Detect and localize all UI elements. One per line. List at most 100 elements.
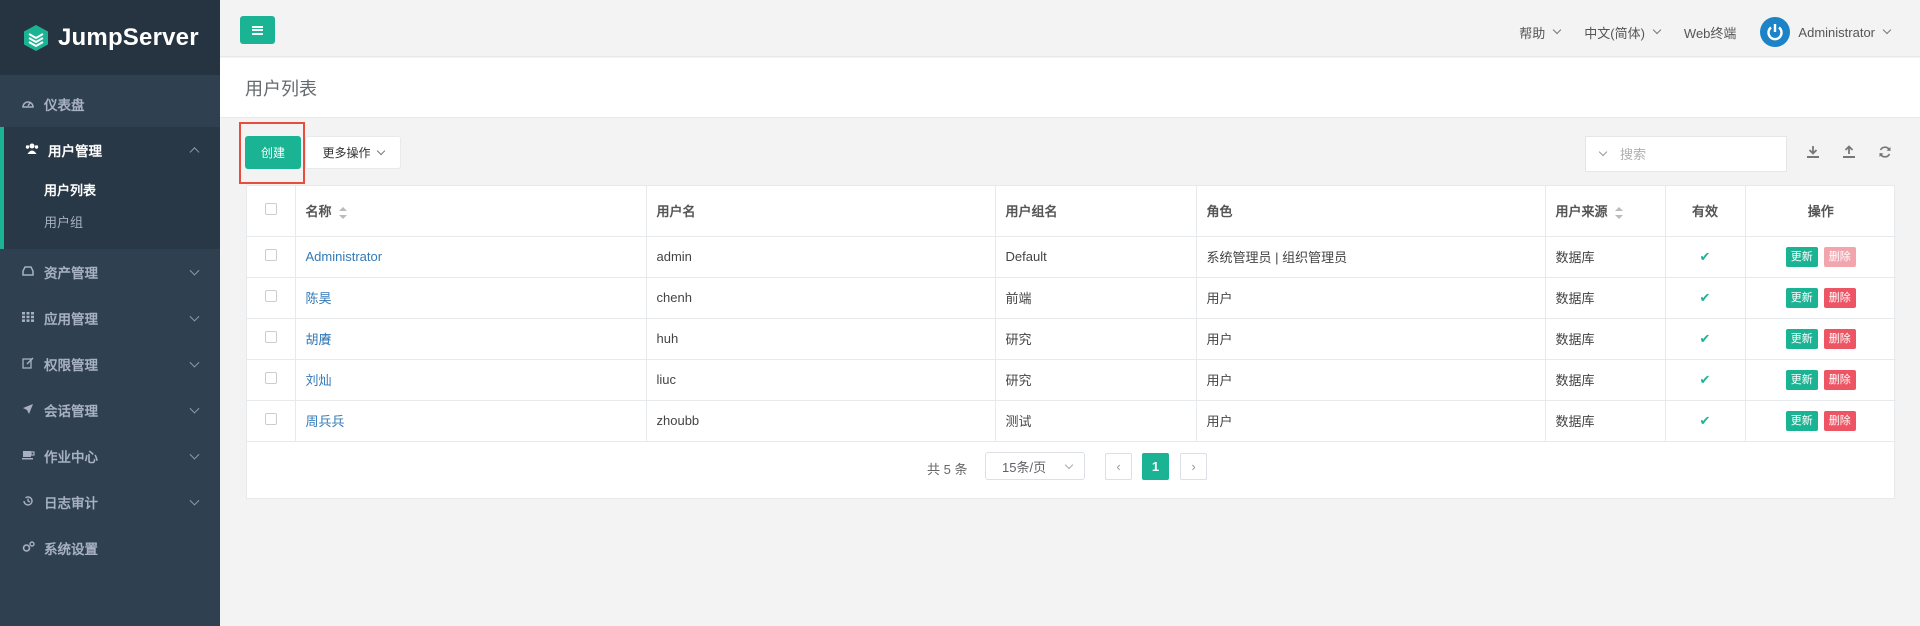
check-icon: ✔	[1699, 412, 1711, 428]
search-input[interactable]	[1620, 139, 1770, 169]
update-button[interactable]: 更新	[1785, 410, 1818, 431]
check-icon: ✔	[1699, 371, 1711, 387]
update-button[interactable]: 更新	[1785, 369, 1818, 390]
sidebar-item-label: 系统设置	[44, 542, 98, 557]
help-menu[interactable]: 帮助	[1519, 23, 1562, 42]
row-select-cell	[247, 359, 296, 401]
user-name-link[interactable]: Administrator	[306, 249, 383, 264]
table-tools	[1805, 144, 1913, 160]
more-actions-dropdown[interactable]: 更多操作	[305, 136, 401, 169]
table-header-row: 名称 用户名 用户组名 角色 用户来源 有效 操作	[247, 186, 1896, 237]
column-header-valid: 有效	[1665, 186, 1746, 237]
sidebar-item-jobs[interactable]: 作业中心	[0, 433, 220, 479]
cell-group: 研究	[995, 359, 1197, 401]
sidebar-item-settings[interactable]: 系统设置	[0, 525, 220, 571]
help-label: 帮助	[1519, 25, 1546, 41]
refresh-icon[interactable]	[1877, 144, 1893, 160]
chevron-down-icon	[1553, 25, 1562, 35]
cell-actions: 更新 删除	[1745, 359, 1896, 401]
table-row: 陈昊 chenh 前端 用户 数据库 ✔ 更新 删除	[247, 277, 1896, 319]
sidebar-item-applications[interactable]: 应用管理	[0, 295, 220, 341]
user-name-link[interactable]: 刘灿	[306, 373, 332, 388]
rocket-icon	[20, 403, 36, 418]
chevron-down-icon[interactable]	[1598, 147, 1608, 157]
toolbar: 创建 更多操作	[245, 136, 1895, 172]
create-button[interactable]: 创建	[245, 136, 301, 169]
search-box	[1585, 136, 1787, 172]
sidebar-item-permissions[interactable]: 权限管理	[0, 341, 220, 387]
language-menu[interactable]: 中文(简体)	[1584, 23, 1662, 42]
sort-icon[interactable]	[338, 206, 347, 219]
next-page-button[interactable]: ›	[1180, 453, 1207, 480]
row-checkbox[interactable]	[264, 372, 277, 384]
row-checkbox[interactable]	[264, 331, 277, 343]
sidebar-item-dashboard[interactable]: 仪表盘	[0, 81, 220, 127]
check-icon: ✔	[1699, 248, 1711, 264]
prev-page-button[interactable]: ‹	[1105, 453, 1132, 480]
select-all-cell	[247, 186, 296, 237]
user-name: Administrator	[1798, 24, 1875, 40]
user-name-link[interactable]: 胡賡	[306, 332, 332, 347]
avatar	[1760, 17, 1791, 47]
language-label: 中文(简体)	[1584, 25, 1645, 41]
sidebar-item-assets[interactable]: 资产管理	[0, 249, 220, 295]
row-checkbox[interactable]	[264, 290, 277, 302]
update-button[interactable]: 更新	[1785, 328, 1818, 349]
sidebar-item-users[interactable]: 用户管理	[4, 127, 220, 173]
power-icon	[1767, 24, 1784, 41]
update-button[interactable]: 更新	[1785, 246, 1818, 267]
column-header-actions: 操作	[1745, 186, 1896, 237]
user-menu[interactable]: Administrator	[1760, 17, 1892, 47]
row-checkbox[interactable]	[264, 249, 277, 261]
cell-name: 陈昊	[295, 277, 647, 319]
page-heading: 用户列表	[220, 58, 1920, 118]
sidebar-group-users: 用户管理 用户列表 用户组	[0, 127, 220, 249]
cell-valid: ✔	[1665, 277, 1746, 319]
update-button[interactable]: 更新	[1785, 287, 1818, 308]
select-all-checkbox[interactable]	[264, 203, 277, 216]
delete-button[interactable]: 删除	[1823, 410, 1856, 431]
sidebar-item-sessions[interactable]: 会话管理	[0, 387, 220, 433]
column-header-role: 角色	[1196, 186, 1546, 237]
page-size-label: 15条/页	[1002, 459, 1047, 475]
logo[interactable]: JumpServer	[0, 0, 220, 75]
web-terminal-label: Web终端	[1683, 25, 1737, 41]
more-actions-label: 更多操作	[322, 146, 371, 160]
chevron-down-icon	[1652, 25, 1662, 35]
column-header-name[interactable]: 名称	[295, 186, 647, 237]
cell-valid: ✔	[1665, 400, 1746, 442]
cell-source: 数据库	[1545, 400, 1666, 442]
sidebar-subitem-user-list[interactable]: 用户列表	[4, 173, 220, 205]
row-select-cell	[247, 277, 296, 319]
column-header-source[interactable]: 用户来源	[1545, 186, 1666, 237]
cell-group: 前端	[995, 277, 1197, 319]
row-checkbox[interactable]	[264, 413, 277, 425]
cell-actions: 更新 删除	[1745, 277, 1896, 319]
sidebar-subitem-user-group[interactable]: 用户组	[4, 205, 220, 237]
column-header-group: 用户组名	[995, 186, 1197, 237]
user-name-link[interactable]: 周兵兵	[306, 414, 345, 429]
page-size-select[interactable]: 15条/页	[985, 452, 1085, 480]
toggle-sidebar-button[interactable]	[240, 16, 275, 44]
user-name-link[interactable]: 陈昊	[306, 291, 332, 306]
user-table: 名称 用户名 用户组名 角色 用户来源 有效 操作 Administrator …	[247, 186, 1896, 442]
sidebar-item-audit-logs[interactable]: 日志审计	[0, 479, 220, 525]
table-row: 周兵兵 zhoubb 测试 用户 数据库 ✔ 更新 删除	[247, 400, 1896, 442]
upload-icon[interactable]	[1841, 144, 1857, 160]
sidebar-item-label: 作业中心	[44, 450, 98, 465]
delete-button[interactable]: 删除	[1823, 328, 1856, 349]
page-number-button[interactable]: 1	[1142, 453, 1169, 480]
check-icon: ✔	[1699, 330, 1711, 346]
delete-button[interactable]: 删除	[1823, 287, 1856, 308]
sidebar-item-label: 仪表盘	[44, 98, 85, 113]
sidebar-item-label: 资产管理	[44, 266, 98, 281]
web-terminal-link[interactable]: Web终端	[1684, 23, 1737, 42]
delete-button[interactable]: 删除	[1823, 369, 1856, 390]
cell-source: 数据库	[1545, 359, 1666, 401]
inbox-icon	[20, 265, 36, 279]
download-icon[interactable]	[1805, 144, 1821, 160]
chevron-up-icon	[189, 147, 200, 158]
sort-icon[interactable]	[1614, 206, 1623, 219]
cell-actions: 更新 删除	[1745, 236, 1896, 278]
sidebar-item-label: 日志审计	[44, 496, 98, 511]
